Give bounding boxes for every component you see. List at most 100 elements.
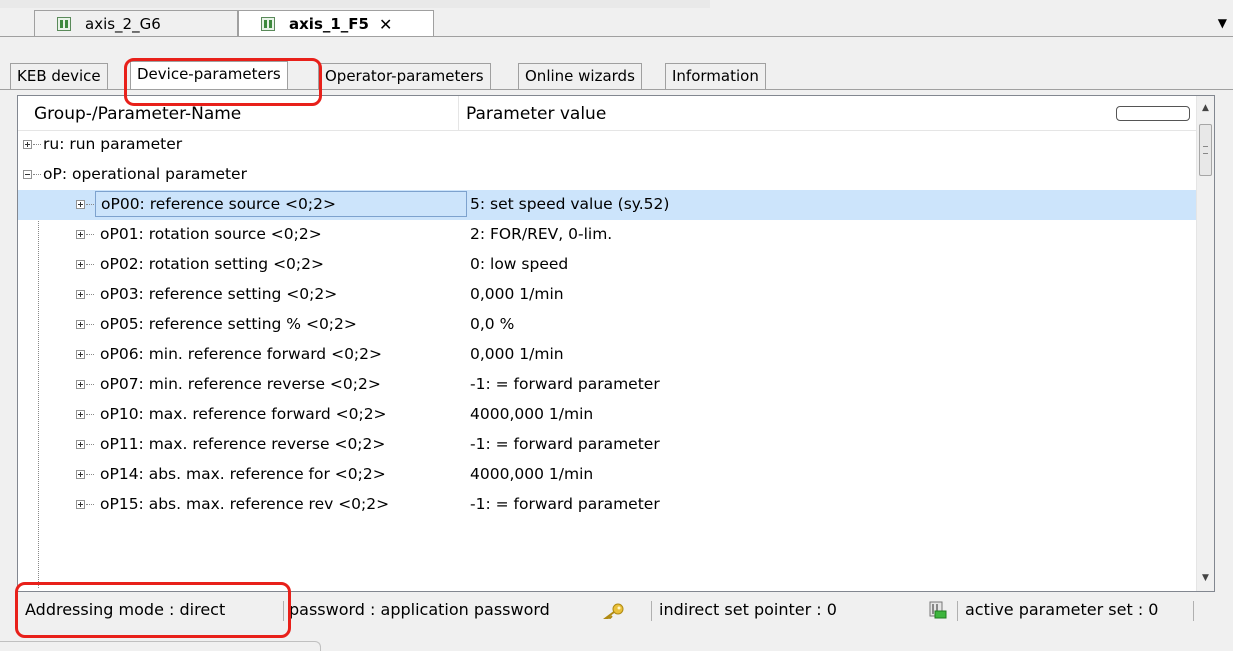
tree-row-op03[interactable]: oP03: reference setting <0;2> 0,000 1/mi… xyxy=(18,280,1198,310)
status-separator xyxy=(651,601,652,621)
row-name: ru: run parameter xyxy=(43,135,183,153)
row-value[interactable]: -1: = forward parameter xyxy=(470,435,660,453)
tree-row-op10[interactable]: oP10: max. reference forward <0;2> 4000,… xyxy=(18,400,1198,430)
row-value[interactable]: 4000,000 1/min xyxy=(470,405,593,423)
row-name: oP05: reference setting % <0;2> xyxy=(100,315,357,333)
expand-icon[interactable] xyxy=(76,380,85,389)
tree-connector xyxy=(86,444,94,446)
tree-row-op06[interactable]: oP06: min. reference forward <0;2> 0,000… xyxy=(18,340,1198,370)
tree-connector xyxy=(33,174,41,176)
tab-label: KEB device xyxy=(17,67,101,85)
vertical-scrollbar[interactable]: ▲ ▼ xyxy=(1196,96,1214,591)
document-tab-strip: axis_2_G6 axis_1_F5 ✕ ▼ xyxy=(0,0,1233,37)
highlight-device-parameters-tab xyxy=(124,58,322,106)
column-header-value[interactable]: Parameter value xyxy=(466,104,606,124)
doc-tab-label: axis_1_F5 xyxy=(289,15,369,33)
tab-label: Online wizards xyxy=(525,67,635,85)
tree-connector xyxy=(86,474,94,476)
row-name: oP: operational parameter xyxy=(43,165,247,183)
expand-icon[interactable] xyxy=(76,200,85,209)
scroll-thumb[interactable] xyxy=(1199,124,1212,176)
row-name: oP14: abs. max. reference for <0;2> xyxy=(100,465,386,483)
tab-label: Information xyxy=(672,67,759,85)
tree-connector xyxy=(86,234,94,236)
header-filter-box[interactable] xyxy=(1116,106,1190,121)
axis-icon xyxy=(261,17,275,31)
expand-icon[interactable] xyxy=(76,410,85,419)
row-value[interactable]: 0,000 1/min xyxy=(470,345,564,363)
row-name: oP00: reference source <0;2> xyxy=(95,191,467,217)
tree-row-group-op[interactable]: oP: operational parameter xyxy=(18,160,1198,190)
expand-icon[interactable] xyxy=(76,230,85,239)
tree-connector xyxy=(86,264,94,266)
doc-tab-label: axis_2_G6 xyxy=(85,14,161,33)
tree-row-op11[interactable]: oP11: max. reference reverse <0;2> -1: =… xyxy=(18,430,1198,460)
row-value[interactable]: -1: = forward parameter xyxy=(470,495,660,513)
expand-icon[interactable] xyxy=(76,350,85,359)
row-name: oP15: abs. max. reference rev <0;2> xyxy=(100,495,390,513)
tree-connector xyxy=(86,414,94,416)
row-value[interactable]: -1: = forward parameter xyxy=(470,375,660,393)
tree-connector xyxy=(33,144,41,146)
row-name: oP07: min. reference reverse <0;2> xyxy=(100,375,381,393)
tab-label: Operator-parameters xyxy=(325,67,484,85)
expand-icon[interactable] xyxy=(76,260,85,269)
tree-row-op00[interactable]: oP00: reference source <0;2> 5: set spee… xyxy=(18,190,1198,220)
password-status[interactable]: password : application password xyxy=(289,595,550,625)
tab-list-dropdown-icon[interactable]: ▼ xyxy=(1218,16,1227,30)
status-separator xyxy=(1193,601,1194,621)
tree-connector xyxy=(86,354,94,356)
expand-icon[interactable] xyxy=(76,470,85,479)
tab-keb-device[interactable]: KEB device xyxy=(10,63,108,89)
axis-icon xyxy=(57,16,71,31)
tab-strip-background xyxy=(0,0,710,8)
row-name: oP10: max. reference forward <0;2> xyxy=(100,405,387,423)
column-divider[interactable] xyxy=(458,96,459,130)
tab-information[interactable]: Information xyxy=(665,63,766,89)
doc-tab-axis-2[interactable]: axis_2_G6 xyxy=(34,10,238,36)
tree-connector xyxy=(86,294,94,296)
row-value[interactable]: 0,000 1/min xyxy=(470,285,564,303)
tree-connector xyxy=(86,324,94,326)
row-name: oP11: max. reference reverse <0;2> xyxy=(100,435,386,453)
expand-icon[interactable] xyxy=(76,500,85,509)
expand-icon[interactable] xyxy=(76,320,85,329)
doc-tab-axis-1[interactable]: axis_1_F5 ✕ xyxy=(238,10,434,37)
active-parameter-set-status[interactable]: active parameter set : 0 xyxy=(965,595,1158,625)
status-separator xyxy=(957,601,958,621)
row-value[interactable]: 4000,000 1/min xyxy=(470,465,593,483)
row-value[interactable]: 0,0 % xyxy=(470,315,514,333)
highlight-addressing-mode xyxy=(15,582,291,638)
tree-row-op15[interactable]: oP15: abs. max. reference rev <0;2> -1: … xyxy=(18,490,1198,520)
expand-icon[interactable] xyxy=(76,440,85,449)
tree-connector xyxy=(86,504,94,506)
row-value[interactable]: 2: FOR/REV, 0-lim. xyxy=(470,225,612,243)
row-name: oP01: rotation source <0;2> xyxy=(100,225,322,243)
scroll-up-icon[interactable]: ▲ xyxy=(1197,100,1214,117)
indirect-set-pointer-status[interactable]: indirect set pointer : 0 xyxy=(659,595,837,625)
row-name: oP02: rotation setting <0;2> xyxy=(100,255,324,273)
tab-operator-parameters[interactable]: Operator-parameters xyxy=(318,63,491,89)
expand-icon[interactable] xyxy=(23,140,32,149)
tree-row-op02[interactable]: oP02: rotation setting <0;2> 0: low spee… xyxy=(18,250,1198,280)
tree-row-group-ru[interactable]: ru: run parameter xyxy=(18,130,1198,160)
tree-row-op07[interactable]: oP07: min. reference reverse <0;2> -1: =… xyxy=(18,370,1198,400)
key-icon[interactable] xyxy=(603,603,625,619)
column-header-name[interactable]: Group-/Parameter-Name xyxy=(34,104,241,124)
parameter-tree-grid[interactable]: Group-/Parameter-Name Parameter value ru… xyxy=(17,95,1215,592)
close-icon[interactable]: ✕ xyxy=(379,15,392,34)
parameter-set-icon[interactable] xyxy=(929,601,947,619)
row-name: oP03: reference setting <0;2> xyxy=(100,285,338,303)
scroll-down-icon[interactable]: ▼ xyxy=(1197,570,1214,587)
row-value[interactable]: 0: low speed xyxy=(470,255,568,273)
tree-row-op01[interactable]: oP01: rotation source <0;2> 2: FOR/REV, … xyxy=(18,220,1198,250)
row-value[interactable]: 5: set speed value (sy.52) xyxy=(470,195,669,213)
expand-icon[interactable] xyxy=(76,290,85,299)
collapse-icon[interactable] xyxy=(23,170,32,179)
tree-connector xyxy=(86,384,94,386)
tab-online-wizards[interactable]: Online wizards xyxy=(518,63,642,89)
tree-connector xyxy=(86,204,94,206)
tree-row-op14[interactable]: oP14: abs. max. reference for <0;2> 4000… xyxy=(18,460,1198,490)
row-name: oP06: min. reference forward <0;2> xyxy=(100,345,382,363)
tree-row-op05[interactable]: oP05: reference setting % <0;2> 0,0 % xyxy=(18,310,1198,340)
